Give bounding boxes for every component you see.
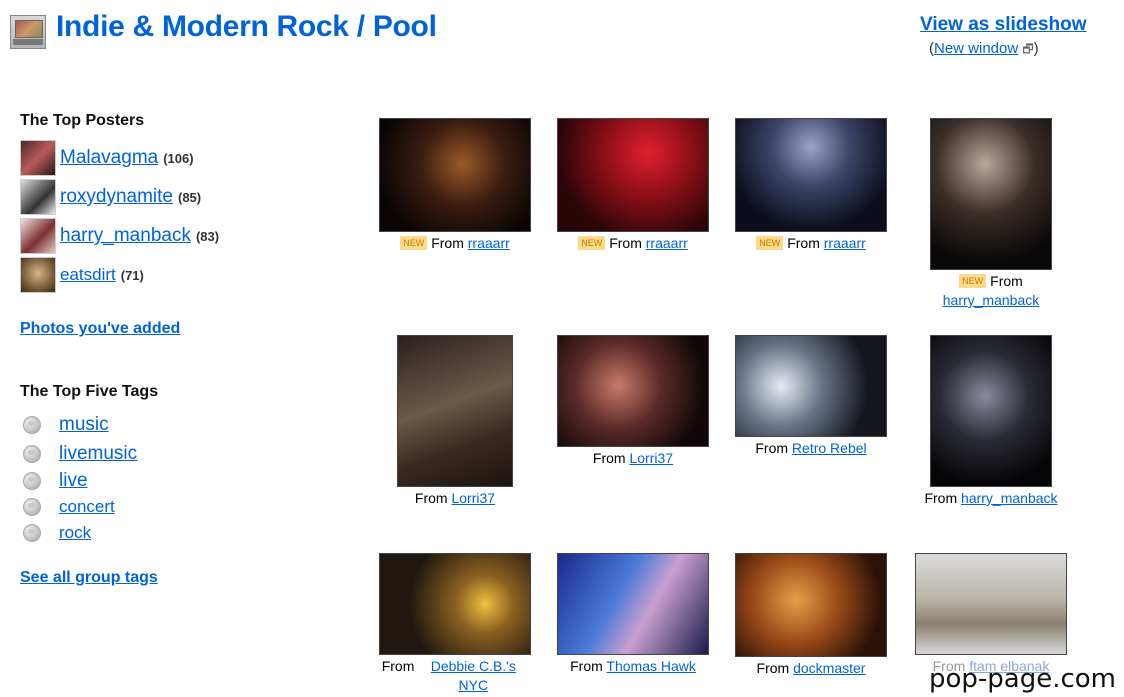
title-separator: / [356,10,365,43]
poster-item: eatsdirt (71) [20,257,144,293]
avatar[interactable] [20,140,56,176]
new-window-wrapper: (New window 🗗) [929,40,1039,57]
poster-count: (106) [163,150,194,166]
globe-icon [23,524,41,542]
photo-item: From Debbie C.B.'s NYC [370,553,540,695]
avatar[interactable] [20,218,56,254]
author-link[interactable]: rraaarr [468,235,510,251]
external-window-icon: 🗗 [1022,42,1034,56]
tag-item: live [20,470,88,492]
photo-thumbnail[interactable] [557,335,709,447]
avatar[interactable] [20,257,56,293]
photo-thumbnail[interactable] [557,118,709,232]
author-link[interactable]: rraaarr [646,235,688,251]
tag-link[interactable]: music [59,414,109,436]
tag-link[interactable]: livemusic [59,443,137,465]
tag-item: concert [20,496,115,518]
photo-item: From Lorri37 [548,335,718,468]
poster-name-link[interactable]: Malavagma [60,147,158,169]
group-name-link[interactable]: Indie & Modern Rock [56,10,349,43]
new-badge: NEW [400,236,428,250]
photos-added-link[interactable]: Photos you've added [20,320,180,338]
globe-icon [23,416,41,434]
sidebar: The Top Posters Malavagma (106) roxydyna… [20,112,340,586]
tag-link[interactable]: concert [59,497,115,517]
photo-thumbnail[interactable] [735,553,887,657]
author-link[interactable]: Thomas Hawk [606,658,695,674]
new-badge: NEW [756,236,784,250]
photo-thumbnail[interactable] [915,553,1067,655]
from-label: From [431,235,464,251]
group-icon [10,15,46,49]
page-title: Indie & Modern Rock / Pool [56,10,437,44]
photo-item: NEW From rraaarr [726,118,896,253]
new-badge: NEW [578,236,606,250]
poster-count: (71) [120,267,144,283]
poster-name-link[interactable]: harry_manback [60,225,191,247]
all-group-tags-link[interactable]: See all group tags [20,569,158,587]
tag-link[interactable]: rock [59,523,91,543]
from-label: From [756,660,790,676]
poster-item: Malavagma (106) [20,140,194,176]
tag-item: music [20,414,109,436]
top-posters-heading: The Top Posters [20,112,145,129]
photo-item: From dockmaster [726,553,896,678]
photo-item: From ftam elbanak [906,553,1076,676]
photo-item: From Retro Rebel [726,335,896,458]
author-link[interactable]: harry_manback [943,292,1040,308]
from-label: From [924,490,958,506]
author-link[interactable]: harry_manback [961,490,1058,506]
from-label: From [381,658,415,674]
poster-item: harry_manback (83) [20,218,219,254]
tag-item: rock [20,522,91,544]
author-link[interactable]: Retro Rebel [792,440,867,456]
from-label: From [787,235,820,251]
top-tags-heading: The Top Five Tags [20,383,159,400]
photo-thumbnail[interactable] [735,118,887,232]
photo-item: From Thomas Hawk [548,553,718,676]
poster-count: (85) [178,189,202,205]
photo-item: From harry_manback [906,335,1076,508]
photo-thumbnail[interactable] [379,118,531,232]
section-name: Pool [372,10,437,43]
globe-icon [23,472,41,490]
photo-item: NEW From rraaarr [370,118,540,253]
author-link[interactable]: rraaarr [824,235,866,251]
poster-item: roxydynamite (85) [20,179,201,215]
new-window-link[interactable]: New window [934,40,1018,57]
photo-thumbnail[interactable] [735,335,887,437]
photo-thumbnail[interactable] [557,553,709,655]
view-slideshow-link[interactable]: View as slideshow [920,14,1087,36]
globe-icon [23,445,41,463]
from-label: From [609,235,642,251]
tag-link[interactable]: live [59,470,88,492]
author-link[interactable]: dockmaster [793,660,865,676]
poster-name-link[interactable]: roxydynamite [60,186,173,208]
watermark: pop-page.com [928,664,1116,694]
from-label: From [414,490,448,506]
new-badge: NEW [959,274,987,288]
from-label: From [990,273,1023,289]
from-label: From [570,658,603,674]
tag-item: livemusic [20,443,137,465]
globe-icon [23,498,41,516]
from-label: From [755,440,789,456]
photo-thumbnail[interactable] [930,118,1052,270]
author-link[interactable]: Lorri37 [451,490,495,506]
photo-item: NEW From rraaarr [548,118,718,253]
photo-thumbnail[interactable] [397,335,513,487]
avatar[interactable] [20,179,56,215]
photo-item: NEW From harry_manback [906,118,1076,310]
from-label: From [592,450,626,466]
photo-thumbnail[interactable] [930,335,1052,487]
photo-item: From Lorri37 [370,335,540,508]
poster-count: (83) [195,228,220,244]
poster-name-link[interactable]: eatsdirt [60,265,116,285]
photo-thumbnail[interactable] [379,553,531,655]
author-link[interactable]: Debbie C.B.'s NYC [418,657,528,695]
author-link[interactable]: Lorri37 [629,450,673,466]
